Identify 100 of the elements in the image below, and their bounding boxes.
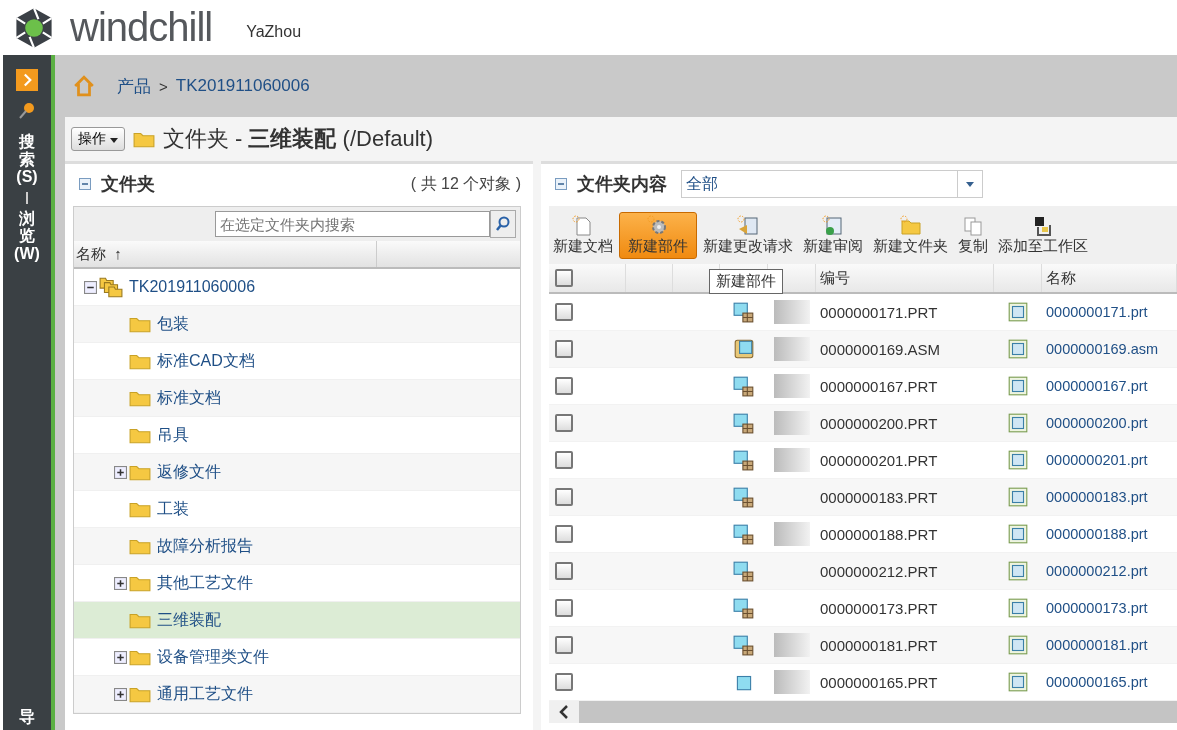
- panel-title: 文件夹内容: [577, 173, 667, 196]
- change-icon: [737, 214, 759, 237]
- tree-row[interactable]: 故障分析报告: [74, 528, 520, 565]
- info-page-icon[interactable]: [1007, 338, 1029, 360]
- row-checkbox[interactable]: [555, 525, 573, 543]
- name-link[interactable]: 0000000173.prt: [1042, 600, 1177, 616]
- caret-icon: [966, 181, 974, 187]
- tree-row[interactable]: 三维装配: [74, 602, 520, 639]
- search-button[interactable]: [490, 210, 516, 238]
- info-page-icon[interactable]: [1007, 449, 1029, 471]
- table-cell-text: 0000000169.ASM: [819, 340, 942, 358]
- actions-dropdown[interactable]: 操作: [71, 127, 125, 151]
- table-cell-text: 0000000200.PRT: [819, 414, 939, 432]
- toolbar-button[interactable]: 新建文档: [549, 211, 617, 259]
- breadcrumb-link[interactable]: 产品: [117, 74, 151, 98]
- folder-link[interactable]: 标准CAD文档: [157, 350, 255, 372]
- table-cell-text: 0000000171.PRT: [819, 303, 939, 321]
- horizontal-scrollbar[interactable]: [549, 701, 1177, 723]
- folder-link[interactable]: 吊具: [157, 424, 189, 446]
- search-field[interactable]: 在选定文件夹内搜索: [215, 211, 490, 237]
- row-checkbox[interactable]: [555, 599, 573, 617]
- name-link[interactable]: 0000000169.asm: [1042, 341, 1177, 357]
- folder-link[interactable]: 标准文档: [157, 387, 221, 409]
- tree-row[interactable]: 返修文件: [74, 454, 520, 491]
- breadcrumb-link[interactable]: TK201911060006: [175, 76, 310, 96]
- name-link[interactable]: 0000000183.prt: [1042, 489, 1177, 505]
- info-page-icon[interactable]: [1007, 301, 1029, 323]
- expand-panel-icon[interactable]: [16, 69, 38, 91]
- name-link[interactable]: 0000000181.prt: [1042, 637, 1177, 653]
- caret-icon: [109, 138, 118, 143]
- expand-icon[interactable]: [114, 687, 127, 701]
- folder-link[interactable]: 通用工艺文件: [157, 683, 253, 705]
- toolbar-button[interactable]: 新建文件夹: [869, 211, 952, 259]
- search-icon: [495, 216, 511, 232]
- folder-link[interactable]: 返修文件: [157, 461, 221, 483]
- side-tab[interactable]: 浏览(W): [12, 209, 42, 263]
- folder-icon: [129, 574, 151, 592]
- expand-icon[interactable]: [114, 650, 127, 664]
- toolbar-button[interactable]: 复制: [954, 211, 992, 259]
- row-checkbox[interactable]: [555, 414, 573, 432]
- toolbar-button[interactable]: 新建部件: [619, 211, 697, 259]
- info-page-icon[interactable]: [1007, 671, 1029, 693]
- expand-icon[interactable]: [114, 465, 127, 479]
- row-checkbox[interactable]: [555, 488, 573, 506]
- info-page-icon[interactable]: [1007, 597, 1029, 619]
- user-name: YaZhou: [246, 22, 302, 41]
- folder-link[interactable]: 其他工艺文件: [157, 572, 253, 594]
- info-page-icon[interactable]: [1007, 560, 1029, 582]
- folder-link[interactable]: 设备管理类文件: [157, 646, 269, 668]
- column-header[interactable]: 名称: [1042, 264, 1177, 292]
- name-link[interactable]: 0000000200.prt: [1042, 415, 1177, 431]
- part-icon: [647, 214, 669, 237]
- name-link[interactable]: 0000000165.prt: [1042, 674, 1177, 690]
- name-link[interactable]: 0000000201.prt: [1042, 452, 1177, 468]
- name-link[interactable]: 0000000167.prt: [1042, 378, 1177, 394]
- pin-icon[interactable]: [17, 101, 37, 121]
- expand-icon[interactable]: [114, 576, 127, 590]
- toolbar-button[interactable]: 新建审阅: [799, 211, 867, 259]
- tree-row[interactable]: 通用工艺文件: [74, 676, 520, 713]
- document-icon: [572, 214, 594, 237]
- column-header[interactable]: 编号: [816, 264, 994, 292]
- folder-link[interactable]: 工装: [157, 498, 189, 520]
- row-checkbox[interactable]: [555, 451, 573, 469]
- page-title: 文件夹 - 三维装配 (/Default): [162, 125, 434, 153]
- row-checkbox[interactable]: [555, 303, 573, 321]
- workspace-icon: [1032, 214, 1054, 237]
- row-checkbox[interactable]: [555, 340, 573, 358]
- row-checkbox[interactable]: [555, 636, 573, 654]
- tree-row[interactable]: 包装: [74, 306, 520, 343]
- info-page-icon[interactable]: [1007, 523, 1029, 545]
- tree-row[interactable]: 标准文档: [74, 380, 520, 417]
- review-icon: [822, 214, 844, 237]
- toolbar-button[interactable]: 新建更改请求: [699, 211, 797, 259]
- folder-link[interactable]: 三维装配: [157, 609, 221, 631]
- info-page-icon[interactable]: [1007, 634, 1029, 656]
- table-cell-text: 0000000188.PRT: [819, 525, 939, 543]
- folder-link[interactable]: 包装: [157, 313, 189, 335]
- scroll-left-icon[interactable]: [549, 701, 579, 723]
- row-checkbox[interactable]: [555, 377, 573, 395]
- breadcrumb-separator: >: [159, 77, 168, 95]
- row-checkbox[interactable]: [555, 673, 573, 691]
- select-all-checkbox[interactable]: [555, 269, 573, 287]
- tree-item[interactable]: TK201911060006: [129, 278, 256, 296]
- side-tab[interactable]: 导: [12, 708, 42, 726]
- tab-separator: [26, 191, 28, 204]
- name-link[interactable]: 0000000188.prt: [1042, 526, 1177, 542]
- view-dropdown[interactable]: 全部: [681, 170, 983, 198]
- folder-link[interactable]: 故障分析报告: [157, 535, 253, 557]
- collapse-icon[interactable]: [84, 280, 97, 294]
- info-page-icon[interactable]: [1007, 412, 1029, 434]
- side-tab[interactable]: 搜索(S): [12, 133, 42, 186]
- brand-name: windchill: [70, 5, 213, 50]
- toolbar-button[interactable]: 添加至工作区: [994, 211, 1092, 259]
- info-page-icon[interactable]: [1007, 375, 1029, 397]
- table-cell-text: 0000000212.PRT: [819, 562, 939, 580]
- info-page-icon[interactable]: [1007, 486, 1029, 508]
- name-link[interactable]: 0000000212.prt: [1042, 563, 1177, 579]
- name-link[interactable]: 0000000171.prt: [1042, 304, 1177, 320]
- row-checkbox[interactable]: [555, 562, 573, 580]
- folder-icon: [129, 426, 151, 444]
